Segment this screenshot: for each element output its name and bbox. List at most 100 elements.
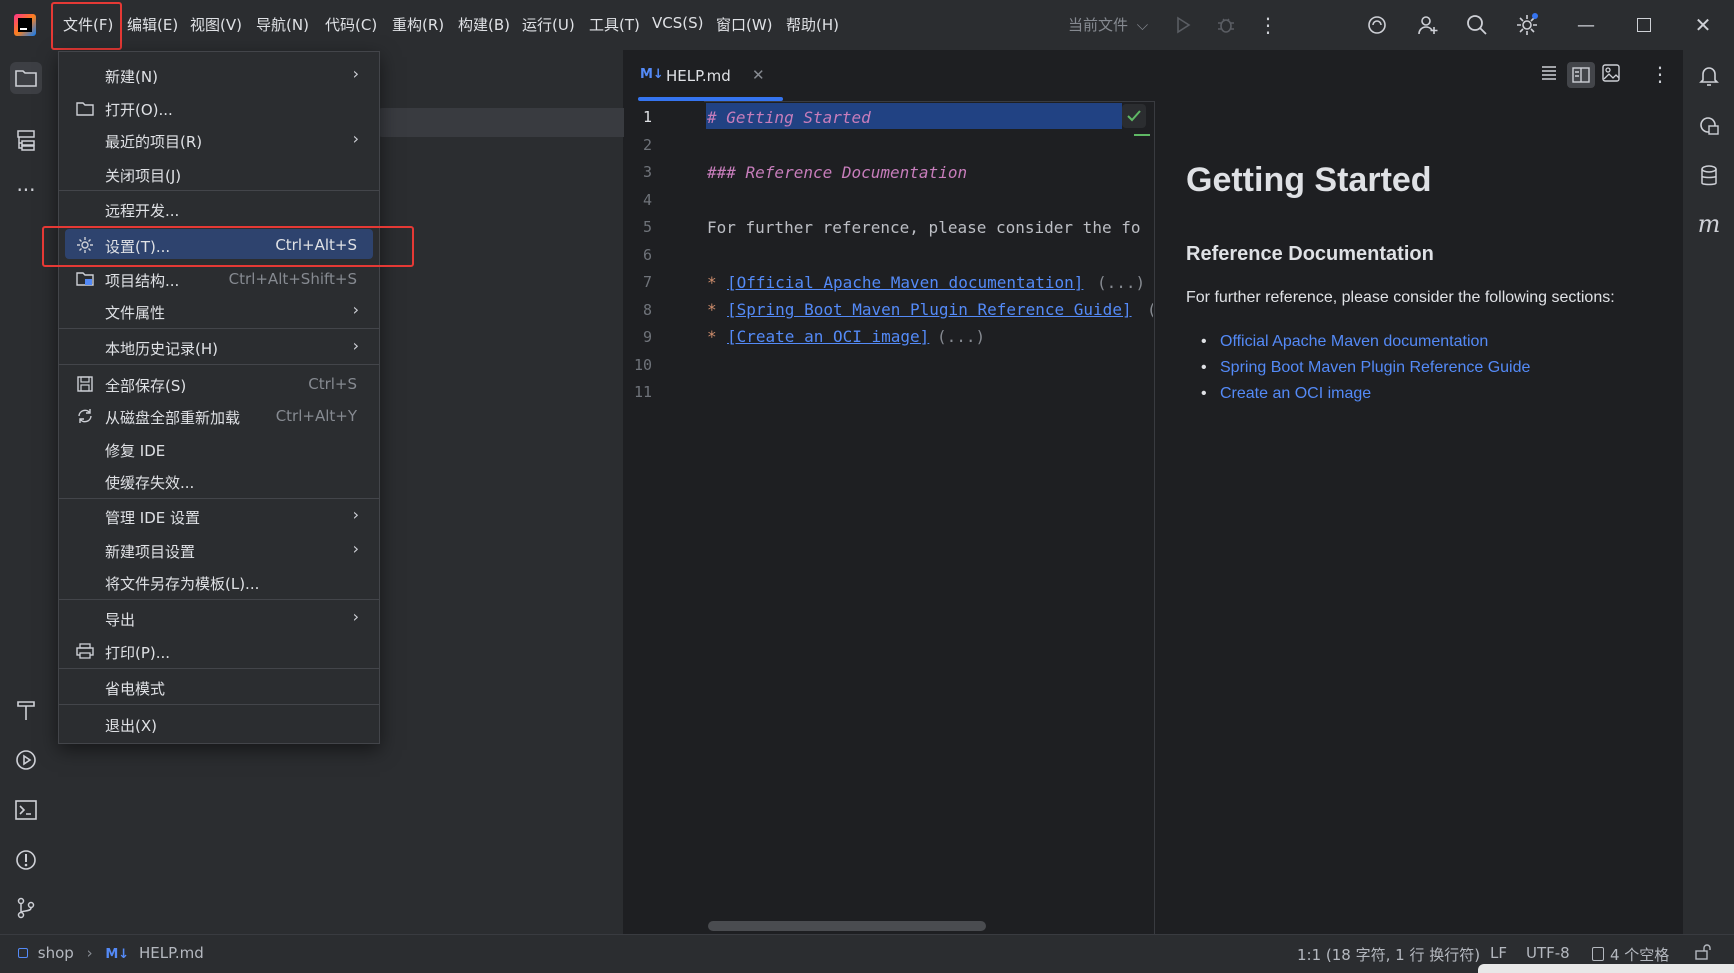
line-number: 8 [642, 301, 652, 319]
menu-item-invalidate-caches[interactable]: 使缓存失效... [65, 465, 373, 495]
line-ending[interactable]: LF [1490, 944, 1507, 962]
menu-item-power-save-mode[interactable]: 省电模式 [65, 671, 373, 701]
app-logo-icon[interactable] [14, 14, 36, 36]
menu-navigate[interactable]: 导航(N) [256, 14, 309, 35]
code-link[interactable]: [Create an OCI image] [727, 327, 929, 346]
code-fold[interactable]: (...) [1097, 273, 1145, 292]
breadcrumb: shop › M↓ HELP.md [18, 944, 204, 962]
editor-more-icon[interactable]: ⋮ [1650, 62, 1670, 86]
preview-link[interactable]: Spring Boot Maven Plugin Reference Guide [1220, 359, 1530, 377]
editor-only-icon[interactable] [1541, 65, 1565, 87]
project-folder-icon[interactable] [10, 62, 42, 94]
notifications-bell-icon[interactable] [1693, 60, 1725, 92]
menu-help[interactable]: 帮助(H) [786, 14, 839, 35]
menu-item-open[interactable]: 打开(O)... [65, 92, 373, 122]
menu-item-repair-ide[interactable]: 修复 IDE [65, 433, 373, 463]
breadcrumb-file[interactable]: HELP.md [139, 944, 204, 962]
menu-item-remote-development[interactable]: 远程开发... [65, 193, 373, 223]
code-fold[interactable]: (...) [937, 327, 985, 346]
caret-position[interactable]: 1:1 (18 字符, 1 行 换行符) [1297, 944, 1480, 965]
menu-item-save-all[interactable]: 全部保存(S) Ctrl+S [65, 368, 373, 398]
menu-vcs[interactable]: VCS(S) [652, 14, 703, 32]
git-branch-icon[interactable] [10, 892, 42, 924]
add-user-icon[interactable] [1415, 12, 1441, 38]
more-vertical-icon[interactable]: ⋮ [1255, 12, 1281, 38]
menu-view[interactable]: 视图(V) [190, 14, 242, 35]
ai-chat-icon[interactable] [1693, 110, 1725, 142]
menu-file[interactable]: 文件(F) [63, 14, 113, 35]
menu-code[interactable]: 代码(C) [325, 14, 377, 35]
menu-item-print[interactable]: 打印(P)... [65, 635, 373, 665]
menu-item-label: 远程开发... [105, 202, 180, 220]
menu-item-label: 管理 IDE 设置 [105, 509, 200, 527]
menu-item-label: 从磁盘全部重新加载 [105, 409, 241, 427]
menu-item-file-properties[interactable]: 文件属性 › [65, 295, 373, 325]
code-link[interactable]: [Spring Boot Maven Plugin Reference Guid… [727, 300, 1132, 319]
markdown-file-icon: M↓ [105, 947, 130, 962]
horizontal-scrollbar[interactable] [708, 921, 986, 931]
menu-item-new[interactable]: 新建(N) › [65, 59, 373, 89]
file-encoding[interactable]: UTF-8 [1526, 944, 1570, 962]
preview-link[interactable]: Create an OCI image [1220, 385, 1371, 403]
indent-label: 4 个空格 [1610, 946, 1670, 964]
tab-help-md[interactable]: M↓ HELP.md ✕ [638, 50, 783, 101]
build-hammer-icon[interactable] [10, 694, 42, 726]
run-config-label: 当前文件 [1068, 16, 1129, 34]
menu-build[interactable]: 构建(B) [458, 14, 510, 35]
menu-refactor[interactable]: 重构(R) [392, 14, 444, 35]
indent-settings[interactable]: 4 个空格 [1592, 944, 1669, 965]
breadcrumb-project[interactable]: shop [38, 944, 74, 962]
project-structure-icon [75, 269, 95, 289]
read-only-lock-icon[interactable] [1694, 943, 1712, 965]
database-icon[interactable] [1693, 160, 1725, 192]
editor-and-preview-icon[interactable] [1567, 62, 1595, 88]
menu-item-reload-from-disk[interactable]: 从磁盘全部重新加载 Ctrl+Alt+Y [65, 400, 373, 430]
maven-icon[interactable]: m [1693, 208, 1725, 240]
menu-item-save-as-template[interactable]: 将文件另存为模板(L)... [65, 566, 373, 596]
chevron-right-icon: › [352, 336, 359, 355]
menu-item-local-history[interactable]: 本地历史记录(H) › [65, 331, 373, 361]
menu-item-recent-projects[interactable]: 最近的项目(R) › [65, 124, 373, 154]
more-horizontal-icon[interactable]: ··· [10, 174, 42, 206]
line-number: 4 [642, 191, 652, 209]
chevron-right-icon: › [352, 300, 359, 319]
menu-separator [59, 190, 379, 191]
line-number: 6 [642, 246, 652, 264]
menu-window[interactable]: 窗口(W) [716, 14, 773, 35]
menu-item-project-structure[interactable]: 项目结构... Ctrl+Alt+Shift+S [65, 263, 373, 293]
maximize-icon[interactable] [1631, 12, 1657, 38]
problems-icon[interactable] [10, 844, 42, 876]
menu-item-exit[interactable]: 退出(X) [65, 708, 373, 738]
close-tab-icon[interactable]: ✕ [752, 66, 765, 84]
left-tool-strip: ··· [0, 50, 53, 934]
menu-item-manage-ide-settings[interactable]: 管理 IDE 设置 › [65, 500, 373, 530]
structure-icon[interactable] [10, 124, 42, 156]
debug-icon[interactable] [1213, 12, 1239, 38]
close-window-icon[interactable]: ✕ [1690, 12, 1716, 38]
menu-item-export[interactable]: 导出 › [65, 602, 373, 632]
menu-tools[interactable]: 工具(T) [589, 14, 640, 35]
gear-icon[interactable] [1514, 12, 1540, 38]
run-config-selector[interactable]: 当前文件 ⌵ [1068, 14, 1148, 35]
line-number: 11 [633, 383, 652, 401]
ai-assistant-icon[interactable] [1364, 12, 1390, 38]
minimize-icon[interactable]: — [1573, 12, 1599, 38]
menu-item-label: 新建(N) [105, 68, 158, 86]
run-services-icon[interactable] [10, 744, 42, 776]
terminal-icon[interactable] [10, 794, 42, 826]
search-icon[interactable] [1464, 12, 1490, 38]
code-link[interactable]: [Official Apache Maven documentation] [727, 273, 1083, 292]
preview-link[interactable]: Official Apache Maven documentation [1220, 333, 1488, 351]
menu-item-new-project-settings[interactable]: 新建项目设置 › [65, 534, 373, 564]
preview-only-icon[interactable] [1602, 64, 1626, 86]
menu-item-label: 本地历史记录(H) [105, 340, 218, 358]
code-fold[interactable]: ( [1147, 300, 1153, 319]
chevron-down-icon: ⌵ [1136, 16, 1149, 34]
preview-h3: Reference Documentation [1186, 243, 1434, 265]
code-content[interactable]: # Getting Started ### Reference Document… [706, 101, 1153, 921]
menu-item-close-project[interactable]: 关闭项目(J) [65, 158, 373, 188]
menu-edit[interactable]: 编辑(E) [127, 14, 178, 35]
project-tree-selected-row[interactable] [378, 108, 658, 137]
menu-run[interactable]: 运行(U) [522, 14, 575, 35]
run-icon[interactable] [1170, 12, 1196, 38]
